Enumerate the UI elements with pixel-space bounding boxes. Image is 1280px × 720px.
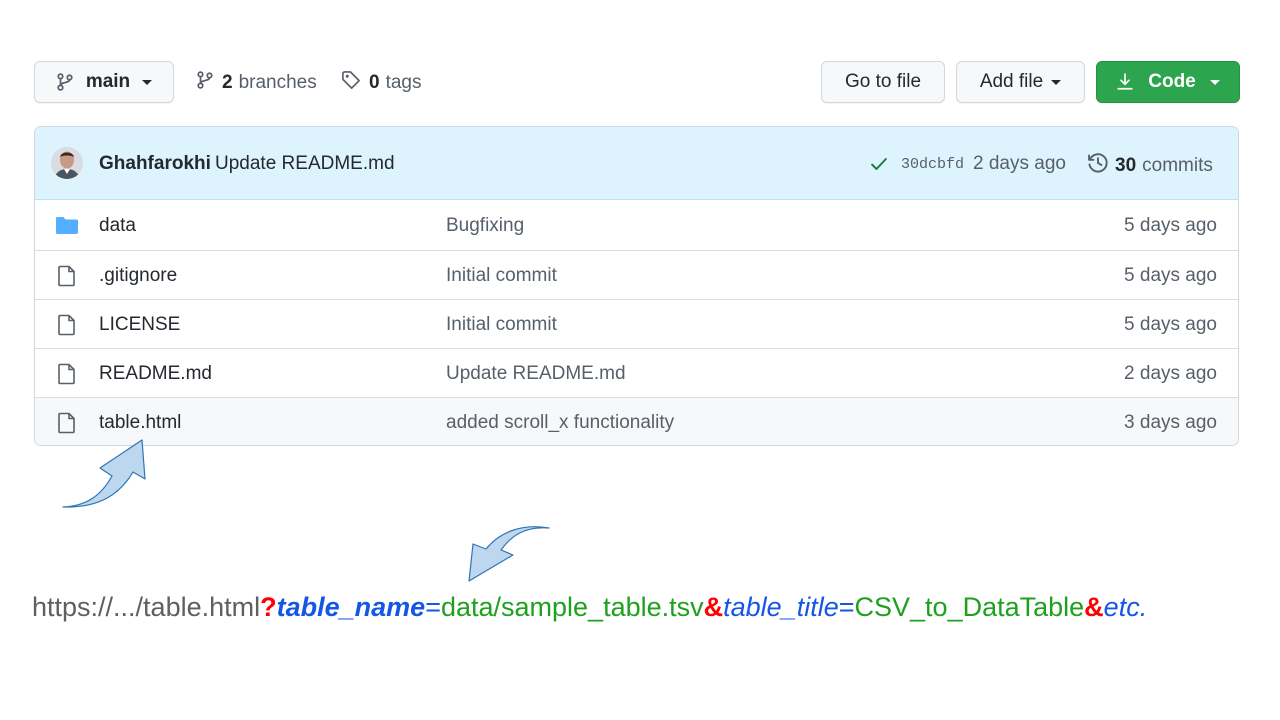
commit-age: 2 days ago bbox=[973, 153, 1066, 174]
go-to-file-button[interactable]: Go to file bbox=[821, 61, 945, 103]
url-equals: = bbox=[838, 592, 855, 622]
code-button[interactable]: Code bbox=[1096, 61, 1240, 103]
curved-arrow-down-icon bbox=[468, 526, 550, 582]
latest-commit-bar: Ghahfarokhi Update README.md 30dcbfd 2 d… bbox=[35, 127, 1238, 200]
commit-author[interactable]: Ghahfarokhi bbox=[99, 153, 211, 175]
avatar[interactable] bbox=[51, 147, 83, 179]
tag-icon bbox=[341, 70, 361, 96]
url-param-value: data/sample_table.tsv bbox=[440, 592, 704, 622]
commits-label: commits bbox=[1142, 155, 1213, 176]
file-age: 3 days ago bbox=[1124, 412, 1217, 433]
code-label: Code bbox=[1148, 71, 1196, 92]
file-row-license[interactable]: LICENSE Initial commit 5 days ago bbox=[35, 299, 1238, 348]
url-base: https://.../table.html bbox=[32, 592, 261, 622]
add-file-button[interactable]: Add file bbox=[956, 61, 1085, 103]
file-browser: Ghahfarokhi Update README.md 30dcbfd 2 d… bbox=[34, 126, 1239, 446]
file-icon bbox=[55, 412, 79, 439]
file-age: 5 days ago bbox=[1124, 215, 1217, 236]
tags-link[interactable]: 0 tags bbox=[341, 62, 422, 104]
file-icon bbox=[55, 314, 79, 341]
file-row-data[interactable]: data Bugfixing 5 days ago bbox=[35, 201, 1238, 250]
file-age: 5 days ago bbox=[1124, 265, 1217, 286]
file-commit-message[interactable]: added scroll_x functionality bbox=[446, 412, 674, 434]
file-name[interactable]: README.md bbox=[99, 363, 212, 385]
chevron-down-icon bbox=[1209, 79, 1220, 85]
download-icon bbox=[1116, 72, 1134, 92]
url-etc: etc. bbox=[1103, 592, 1148, 622]
chevron-down-icon bbox=[1051, 79, 1062, 85]
url-equals: = bbox=[425, 592, 441, 622]
file-age: 2 days ago bbox=[1124, 363, 1217, 384]
branches-label: branches bbox=[238, 72, 317, 93]
file-commit-message[interactable]: Update README.md bbox=[446, 363, 626, 385]
file-name[interactable]: LICENSE bbox=[99, 314, 180, 336]
file-name[interactable]: data bbox=[99, 215, 136, 237]
url-example: https://.../table.html?table_name=data/s… bbox=[32, 592, 1147, 623]
branch-name: main bbox=[85, 71, 131, 92]
file-commit-message[interactable]: Initial commit bbox=[446, 265, 557, 287]
file-commit-message[interactable]: Bugfixing bbox=[446, 215, 524, 237]
commits-count: 30 bbox=[1115, 155, 1137, 176]
url-param-value: CSV_to_DataTable bbox=[854, 592, 1085, 622]
file-commit-message[interactable]: Initial commit bbox=[446, 314, 557, 336]
commits-link[interactable]: 30 commits bbox=[1087, 152, 1213, 180]
tags-label: tags bbox=[385, 72, 422, 93]
url-param-separator: & bbox=[703, 592, 724, 622]
git-branch-icon bbox=[56, 72, 74, 92]
file-icon bbox=[55, 363, 79, 390]
file-age: 5 days ago bbox=[1124, 314, 1217, 335]
branch-selector[interactable]: main bbox=[34, 61, 174, 103]
file-row-readme[interactable]: README.md Update README.md 2 days ago bbox=[35, 348, 1238, 397]
commit-message[interactable]: Update README.md bbox=[215, 153, 395, 175]
git-branch-icon bbox=[196, 70, 214, 96]
file-name[interactable]: table.html bbox=[99, 412, 181, 434]
add-file-label: Add file bbox=[979, 71, 1044, 92]
url-param-key: table_title bbox=[723, 592, 839, 622]
history-icon bbox=[1087, 152, 1109, 180]
url-param-separator: & bbox=[1084, 592, 1104, 622]
curved-arrow-up-icon bbox=[62, 439, 146, 508]
tags-count: 0 bbox=[369, 72, 380, 93]
chevron-down-icon bbox=[142, 79, 153, 85]
go-to-file-label: Go to file bbox=[844, 71, 922, 92]
commit-sha[interactable]: 30dcbfd bbox=[901, 156, 964, 173]
branches-count: 2 bbox=[222, 72, 233, 93]
file-row-gitignore[interactable]: .gitignore Initial commit 5 days ago bbox=[35, 250, 1238, 299]
check-icon bbox=[869, 154, 889, 179]
file-row-table-html[interactable]: table.html added scroll_x functionality … bbox=[35, 397, 1238, 445]
file-icon bbox=[55, 265, 79, 292]
url-query-separator: ? bbox=[260, 592, 277, 622]
url-param-key: table_name bbox=[276, 592, 426, 622]
folder-icon bbox=[55, 215, 79, 240]
branches-link[interactable]: 2 branches bbox=[196, 62, 317, 104]
file-name[interactable]: .gitignore bbox=[99, 265, 177, 287]
